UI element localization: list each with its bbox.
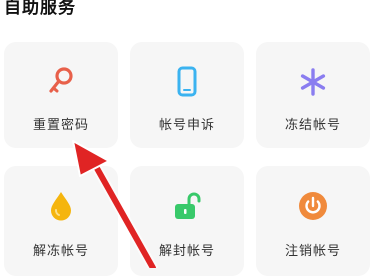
- reset-password-tile[interactable]: 重置密码: [4, 42, 118, 148]
- power-icon: [296, 189, 330, 223]
- account-appeal-tile[interactable]: 帐号申诉: [130, 42, 244, 148]
- cancel-account-label: 注销帐号: [284, 244, 341, 259]
- freeze-account-label: 冻结帐号: [284, 118, 341, 133]
- unfreeze-account-tile[interactable]: 解冻帐号: [4, 166, 118, 276]
- unfreeze-account-label: 解冻帐号: [32, 244, 89, 259]
- key-icon: [44, 65, 78, 99]
- drop-icon: [44, 189, 78, 223]
- phone-icon: [170, 65, 204, 99]
- snowflake-icon: [296, 65, 330, 99]
- unlock-icon: [170, 189, 204, 223]
- reset-password-label: 重置密码: [32, 118, 89, 133]
- account-appeal-label: 帐号申诉: [158, 118, 215, 133]
- section-title: 自助服务: [4, 0, 76, 18]
- unblock-account-tile[interactable]: 解封帐号: [130, 166, 244, 276]
- freeze-account-tile[interactable]: 冻结帐号: [256, 42, 370, 148]
- unblock-account-label: 解封帐号: [158, 244, 215, 259]
- cancel-account-tile[interactable]: 注销帐号: [256, 166, 370, 276]
